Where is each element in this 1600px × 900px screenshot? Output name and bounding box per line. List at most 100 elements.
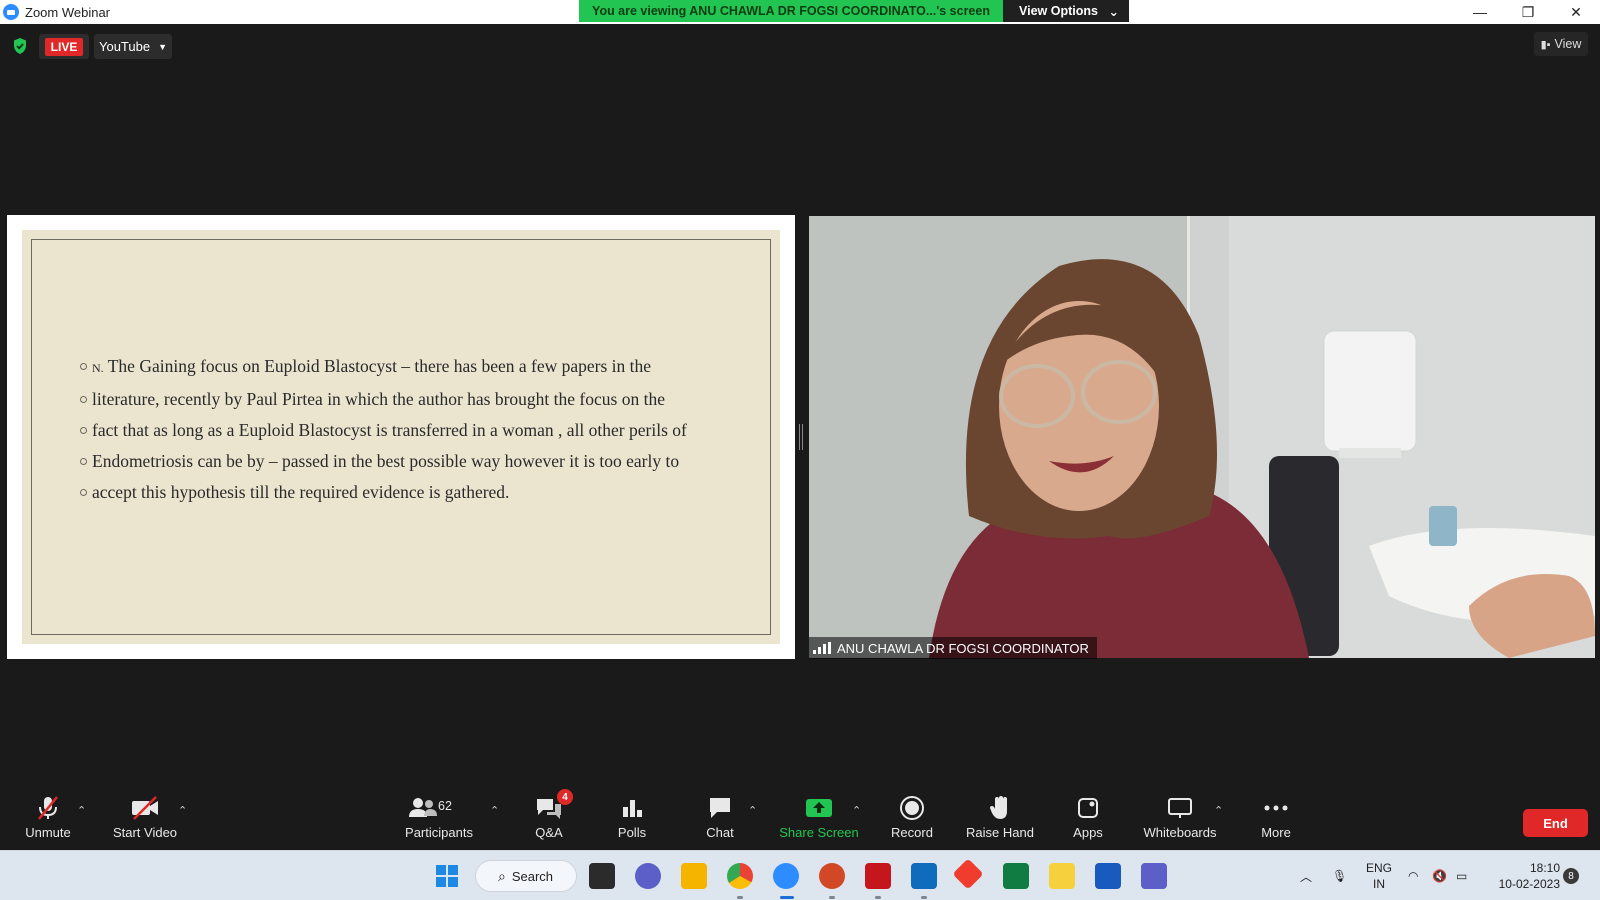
muted-microphone-icon <box>36 793 60 823</box>
video-options-caret-icon[interactable]: ⌃ <box>178 804 187 817</box>
wifi-icon[interactable]: ◠ <box>1408 851 1418 900</box>
taskbar-search-label: Search <box>511 868 554 884</box>
participant-video-tile[interactable] <box>809 216 1595 658</box>
whiteboards-button[interactable]: Whiteboards <box>1142 793 1218 847</box>
slide-bullet: fact that as long as a Euploid Blastocys… <box>80 418 720 442</box>
file-explorer-icon[interactable] <box>681 863 707 889</box>
raise-hand-label: Raise Hand <box>966 825 1034 840</box>
raise-hand-button[interactable]: Raise Hand <box>966 793 1034 847</box>
shield-icon[interactable] <box>12 37 28 55</box>
shared-screen-content: N. The Gaining focus on Euploid Blastocy… <box>7 215 795 659</box>
chevron-up-icon[interactable]: ︿ <box>1300 851 1312 900</box>
minimize-button[interactable]: — <box>1456 0 1504 24</box>
view-layout-button[interactable]: ▮▪ View <box>1534 32 1588 56</box>
participant-video-feed <box>809 216 1595 658</box>
windows-start-icon[interactable] <box>434 863 460 889</box>
screen-share-banner: You are viewing ANU CHAWLA DR FOGSI COOR… <box>579 0 1003 22</box>
participants-button[interactable]: 62 Participants <box>404 793 474 847</box>
meeting-toolbar: Unmute ⌃ Start Video ⌃ 62 Participants ⌃… <box>0 788 1600 850</box>
whiteboards-caret-icon[interactable]: ⌃ <box>1214 804 1223 817</box>
more-label: More <box>1261 825 1291 840</box>
share-screen-button[interactable]: Share Screen <box>779 793 859 847</box>
notification-badge[interactable]: 8 <box>1563 868 1579 884</box>
zoom-logo-icon <box>3 4 19 20</box>
zoom-taskbar-icon[interactable] <box>773 863 799 889</box>
outlook-icon[interactable] <box>911 863 937 889</box>
caret-down-icon: ▼ <box>158 41 167 52</box>
bullet-text: The Gaining focus on Euploid Blastocyst … <box>103 356 652 376</box>
clock-time: 18:10 <box>1529 861 1560 875</box>
qa-button[interactable]: 4 Q&A <box>528 789 573 847</box>
unmute-button[interactable]: Unmute <box>22 793 74 847</box>
record-label: Record <box>891 825 933 840</box>
participant-name-label: ANU CHAWLA DR FOGSI COORDINATOR <box>809 637 1097 659</box>
record-icon <box>899 793 925 823</box>
apps-icon <box>1076 793 1100 823</box>
teams-chat-icon[interactable] <box>635 863 661 889</box>
close-button[interactable]: ✕ <box>1552 0 1600 24</box>
audio-options-caret-icon[interactable]: ⌃ <box>77 804 86 817</box>
slide-bullet: accept this hypothesis till the required… <box>80 480 720 504</box>
running-indicator <box>737 896 743 899</box>
window-controls: — ❐ ✕ <box>1456 0 1600 24</box>
window-title: Zoom Webinar <box>25 4 111 20</box>
word-icon[interactable] <box>1095 863 1121 889</box>
teams-icon[interactable] <box>1141 863 1167 889</box>
participants-label: Participants <box>405 825 473 840</box>
hand-icon <box>989 793 1011 823</box>
slide-bullet-list: N. The Gaining focus on Euploid Blastocy… <box>80 354 720 511</box>
start-video-button[interactable]: Start Video <box>110 793 180 847</box>
video-off-icon <box>130 793 160 823</box>
view-options-button[interactable]: View Options ⌄ <box>1003 0 1129 22</box>
running-indicator <box>875 896 881 899</box>
speaker-muted-icon[interactable]: 🔇 <box>1432 851 1447 900</box>
chat-caret-icon[interactable]: ⌃ <box>748 804 757 817</box>
signal-strength-icon <box>813 642 831 654</box>
windows-taskbar: ⌕ Search ︿ 🎙 ENG IN ◠ 🔇 ▭ 18:10 10-02-20… <box>0 850 1600 900</box>
livestream-target-dropdown[interactable]: YouTube ▼ <box>94 34 172 59</box>
bullet-prefix: N. <box>92 361 104 375</box>
battery-icon[interactable]: ▭ <box>1456 851 1467 900</box>
record-button[interactable]: Record <box>888 793 936 847</box>
chat-label: Chat <box>706 825 734 840</box>
taskbar-search[interactable]: ⌕ Search <box>475 860 577 892</box>
slide-bullet: literature, recently by Paul Pirtea in w… <box>80 387 720 411</box>
polls-button[interactable]: Polls <box>612 793 652 847</box>
excel-icon[interactable] <box>1003 863 1029 889</box>
more-dots-icon <box>1263 793 1289 823</box>
qa-label: Q&A <box>535 825 563 840</box>
panel-resize-handle[interactable] <box>799 424 803 450</box>
running-indicator <box>829 896 835 899</box>
sticky-notes-icon[interactable] <box>1049 863 1075 889</box>
chevron-down-icon: ⌄ <box>1108 4 1119 19</box>
clock-date: 10-02-2023 <box>1498 877 1560 891</box>
task-view-icon[interactable] <box>589 863 615 889</box>
slide-bullet: Endometriosis can be by – passed in the … <box>80 449 720 473</box>
view-label: View <box>1554 37 1582 51</box>
active-app-indicator <box>780 896 794 899</box>
input-language-indicator[interactable]: ENG IN <box>1364 860 1394 892</box>
language-code: ENG <box>1365 861 1392 875</box>
livestream-target-label: YouTube <box>98 39 151 54</box>
apps-button[interactable]: Apps <box>1068 793 1108 847</box>
bullet-text: accept this hypothesis till the required… <box>92 482 510 502</box>
chat-button[interactable]: Chat <box>700 793 740 847</box>
polls-label: Polls <box>617 825 647 840</box>
participants-caret-icon[interactable]: ⌃ <box>490 804 499 817</box>
share-caret-icon[interactable]: ⌃ <box>852 804 861 817</box>
presentation-slide: N. The Gaining focus on Euploid Blastocy… <box>22 230 780 644</box>
chrome-icon[interactable] <box>727 863 753 889</box>
powerpoint-icon[interactable] <box>819 863 845 889</box>
system-clock[interactable]: 18:10 10-02-2023 <box>1490 860 1560 892</box>
search-icon: ⌕ <box>498 867 506 884</box>
anydesk-icon[interactable] <box>952 858 984 890</box>
restore-button[interactable]: ❐ <box>1504 0 1552 24</box>
live-label: LIVE <box>44 37 84 56</box>
acrobat-icon[interactable] <box>865 863 891 889</box>
more-button[interactable]: More <box>1256 793 1296 847</box>
end-webinar-button[interactable]: End <box>1523 809 1588 837</box>
region-code: IN <box>1373 877 1385 891</box>
microphone-icon[interactable]: 🎙 <box>1332 851 1347 900</box>
start-video-label: Start Video <box>112 825 178 840</box>
unmute-label: Unmute <box>25 825 71 840</box>
